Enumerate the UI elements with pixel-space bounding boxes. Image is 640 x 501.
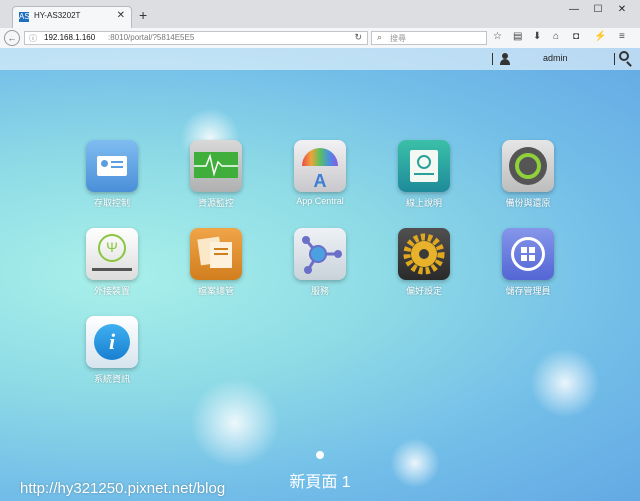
app-storage-manager[interactable]: 儲存管理員: [485, 228, 571, 297]
username[interactable]: admin: [543, 53, 568, 63]
asustor-favicon-icon: AS: [19, 12, 30, 22]
app-label: 線上說明: [405, 198, 442, 208]
watermark: http://hy321250.pixnet.net/blog: [20, 480, 226, 497]
download-icon[interactable]: ⬇: [533, 31, 541, 42]
app-label: 偏好設定: [405, 286, 442, 296]
app-external-devices[interactable]: Ψ 外接裝置: [69, 228, 155, 297]
file-explorer-icon: [190, 228, 242, 280]
app-label: App Central: [296, 196, 344, 206]
background-glow: [190, 378, 280, 468]
app-label: 備份與還原: [505, 198, 551, 208]
app-access-control[interactable]: 存取控制: [69, 140, 155, 209]
url-path: :8010/portal/?5814E5E5: [108, 33, 195, 42]
search-icon[interactable]: [619, 51, 629, 61]
info-icon: i: [86, 316, 138, 368]
home-icon[interactable]: ⌂: [553, 31, 559, 42]
id-card-icon: [86, 140, 138, 192]
divider: [614, 53, 615, 65]
browser-chrome: AS HY-AS3202T ✕ + — ☐ ✕ ← ⓘ 192.168.1.16…: [0, 0, 640, 49]
app-label: 檔案總管: [197, 286, 234, 296]
navigation-bar: ← ⓘ 192.168.1.160 :8010/portal/?5814E5E5…: [0, 28, 640, 49]
app-online-help[interactable]: 線上說明: [381, 140, 467, 209]
app-label: 外接裝置: [93, 286, 130, 296]
url-host: 192.168.1.160: [44, 33, 96, 42]
desktop: admin 存取控制 資源監控 A App Central 線上說明 備份與還原…: [0, 48, 640, 501]
address-bar[interactable]: ⓘ 192.168.1.160 :8010/portal/?5814E5E5 ↻: [24, 31, 368, 45]
app-system-information[interactable]: i 系統資訊: [69, 316, 155, 385]
app-preferences[interactable]: 偏好設定: [381, 228, 467, 297]
heartbeat-monitor-icon: [190, 140, 242, 192]
usb-icon: Ψ: [86, 228, 138, 280]
menu-icon[interactable]: ≡: [619, 31, 625, 42]
bookmark-star-icon[interactable]: ☆: [493, 31, 502, 42]
reload-icon[interactable]: ↻: [354, 32, 362, 43]
backup-restore-icon: [502, 140, 554, 192]
sync-icon[interactable]: ⚡: [594, 31, 606, 42]
browser-tab[interactable]: AS HY-AS3202T ✕: [12, 6, 132, 28]
page-dot-indicator[interactable]: [316, 451, 324, 459]
app-label: 服務: [310, 286, 329, 296]
app-app-central[interactable]: A App Central: [277, 140, 363, 206]
tab-close-icon[interactable]: ✕: [117, 10, 125, 21]
app-label: 資源監控: [197, 198, 234, 208]
close-icon[interactable]: ✕: [614, 4, 630, 15]
search-engine-icon: ⌕: [377, 32, 383, 42]
help-book-icon: [398, 140, 450, 192]
app-label: 儲存管理員: [505, 286, 551, 296]
search-bar[interactable]: ⌕ 搜尋: [371, 31, 487, 45]
minimize-icon[interactable]: —: [566, 4, 582, 15]
site-info-icon[interactable]: ⓘ: [29, 33, 37, 44]
top-bar: admin: [0, 48, 640, 70]
storage-manager-icon: [502, 228, 554, 280]
app-file-explorer[interactable]: 檔案總管: [173, 228, 259, 297]
tab-bar: AS HY-AS3202T ✕ + — ☐ ✕: [0, 0, 640, 28]
reader-view-icon[interactable]: ▤: [513, 31, 522, 42]
pocket-icon[interactable]: ◘: [573, 31, 579, 42]
back-icon[interactable]: ←: [4, 30, 20, 46]
app-label: 系統資訊: [93, 374, 130, 384]
services-icon: [294, 228, 346, 280]
app-central-icon: A: [294, 140, 346, 192]
app-backup-restore[interactable]: 備份與還原: [485, 140, 571, 209]
user-icon[interactable]: [498, 52, 512, 66]
divider: [492, 53, 493, 65]
maximize-icon[interactable]: ☐: [590, 4, 606, 15]
app-label: 存取控制: [93, 198, 130, 208]
app-resource-monitor[interactable]: 資源監控: [173, 140, 259, 209]
background-glow: [530, 348, 600, 418]
search-placeholder: 搜尋: [390, 34, 406, 43]
gear-icon: [398, 228, 450, 280]
tab-title: HY-AS3202T: [34, 11, 81, 20]
new-tab-icon[interactable]: +: [139, 7, 147, 23]
app-services[interactable]: 服務: [277, 228, 363, 297]
